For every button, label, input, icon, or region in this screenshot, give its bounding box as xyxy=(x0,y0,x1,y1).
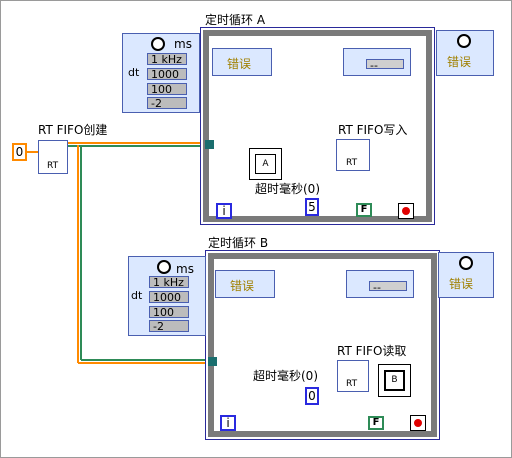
rt-fifo-read-text: RT xyxy=(346,379,358,389)
loop-b-data-inner: B xyxy=(384,370,405,391)
loop-b-error-out-label: 错误 xyxy=(449,277,474,291)
loop-a-stop-icon xyxy=(402,207,410,215)
loop-b-error-in-label: 错误 xyxy=(230,279,255,293)
create-label: RT FIFO创建 xyxy=(38,123,108,137)
loop-b-error-in[interactable]: 错误 xyxy=(215,270,275,298)
loop-a-timeout-label: 超时毫秒(0) xyxy=(255,182,320,196)
block-diagram: 定时循环 A ms 1 kHz dt 1000 100 -2 错误 -- 错误 … xyxy=(0,0,512,458)
loop-b-freq[interactable]: 1 kHz xyxy=(149,276,189,288)
loop-b-stop-icon xyxy=(414,419,422,427)
loop-b-title: 定时循环 B xyxy=(208,236,269,250)
loop-a-error-out[interactable]: 错误 xyxy=(436,30,494,76)
loop-a-unit: ms xyxy=(174,37,192,51)
loop-a-config-node[interactable]: ms 1 kHz dt 1000 100 -2 xyxy=(122,33,200,113)
loop-a-error-in[interactable]: 错误 xyxy=(212,48,272,76)
loop-b-priority[interactable]: -2 xyxy=(149,320,189,332)
loop-a-out-clock-icon xyxy=(457,34,471,48)
loop-b-dt-label: dt xyxy=(131,289,143,302)
rt-fifo-write-node[interactable]: RT xyxy=(336,139,370,171)
loop-a-stop-button[interactable] xyxy=(398,203,414,219)
rt-fifo-write-text: RT xyxy=(346,158,358,168)
loop-a-error-in-label: 错误 xyxy=(227,57,252,71)
loop-a-data-inner: A xyxy=(255,154,276,174)
loop-a-iteration: i xyxy=(216,203,232,219)
loop-b-tunnel xyxy=(208,357,217,366)
loop-a-stop-const[interactable]: F xyxy=(356,203,372,217)
loop-a-tunnel xyxy=(205,140,214,149)
loop-b-node-label: RT FIFO读取 xyxy=(337,344,407,358)
rt-fifo-create-text: RT xyxy=(47,161,59,171)
loop-a-timeout-const[interactable]: 5 xyxy=(305,198,319,216)
rt-fifo-create-node[interactable]: RT xyxy=(38,140,68,174)
loop-b-out-clock-icon xyxy=(459,256,473,270)
loop-a-priority[interactable]: -2 xyxy=(147,97,187,109)
loop-b-dash: -- xyxy=(369,281,407,293)
loop-a-freq[interactable]: 1 kHz xyxy=(147,53,187,65)
loop-a-clock-icon xyxy=(151,37,165,51)
loop-a-offset[interactable]: 100 xyxy=(147,83,187,95)
loop-b-config-node[interactable]: ms 1 kHz dt 1000 100 -2 xyxy=(128,256,206,336)
loop-a-dash: -- xyxy=(366,59,404,71)
loop-b-timeout-label: 超时毫秒(0) xyxy=(253,369,318,383)
loop-b-offset[interactable]: 100 xyxy=(149,306,189,318)
rt-fifo-read-node[interactable]: RT xyxy=(337,360,369,392)
loop-a-error-out-label: 错误 xyxy=(447,55,472,69)
loop-a-right-node[interactable]: -- xyxy=(343,48,411,76)
loop-a-dt[interactable]: 1000 xyxy=(147,68,187,80)
loop-b-iteration: i xyxy=(220,415,236,431)
loop-a-data-const[interactable]: A xyxy=(249,148,282,180)
loop-a-node-label: RT FIFO写入 xyxy=(338,123,408,137)
loop-b-data-indicator: B xyxy=(378,364,411,397)
loop-a-title: 定时循环 A xyxy=(205,13,266,27)
create-constant[interactable]: 0 xyxy=(12,143,27,161)
loop-b-unit: ms xyxy=(176,262,194,276)
loop-b-error-out[interactable]: 错误 xyxy=(438,252,494,298)
loop-b-timeout-const[interactable]: 0 xyxy=(305,387,319,405)
loop-b-dt[interactable]: 1000 xyxy=(149,291,189,303)
loop-b-stop-const[interactable]: F xyxy=(368,416,384,430)
loop-b-stop-button[interactable] xyxy=(410,415,426,431)
loop-b-clock-icon xyxy=(157,260,171,274)
loop-a-dt-label: dt xyxy=(128,66,140,79)
loop-b-right-node[interactable]: -- xyxy=(346,270,414,298)
